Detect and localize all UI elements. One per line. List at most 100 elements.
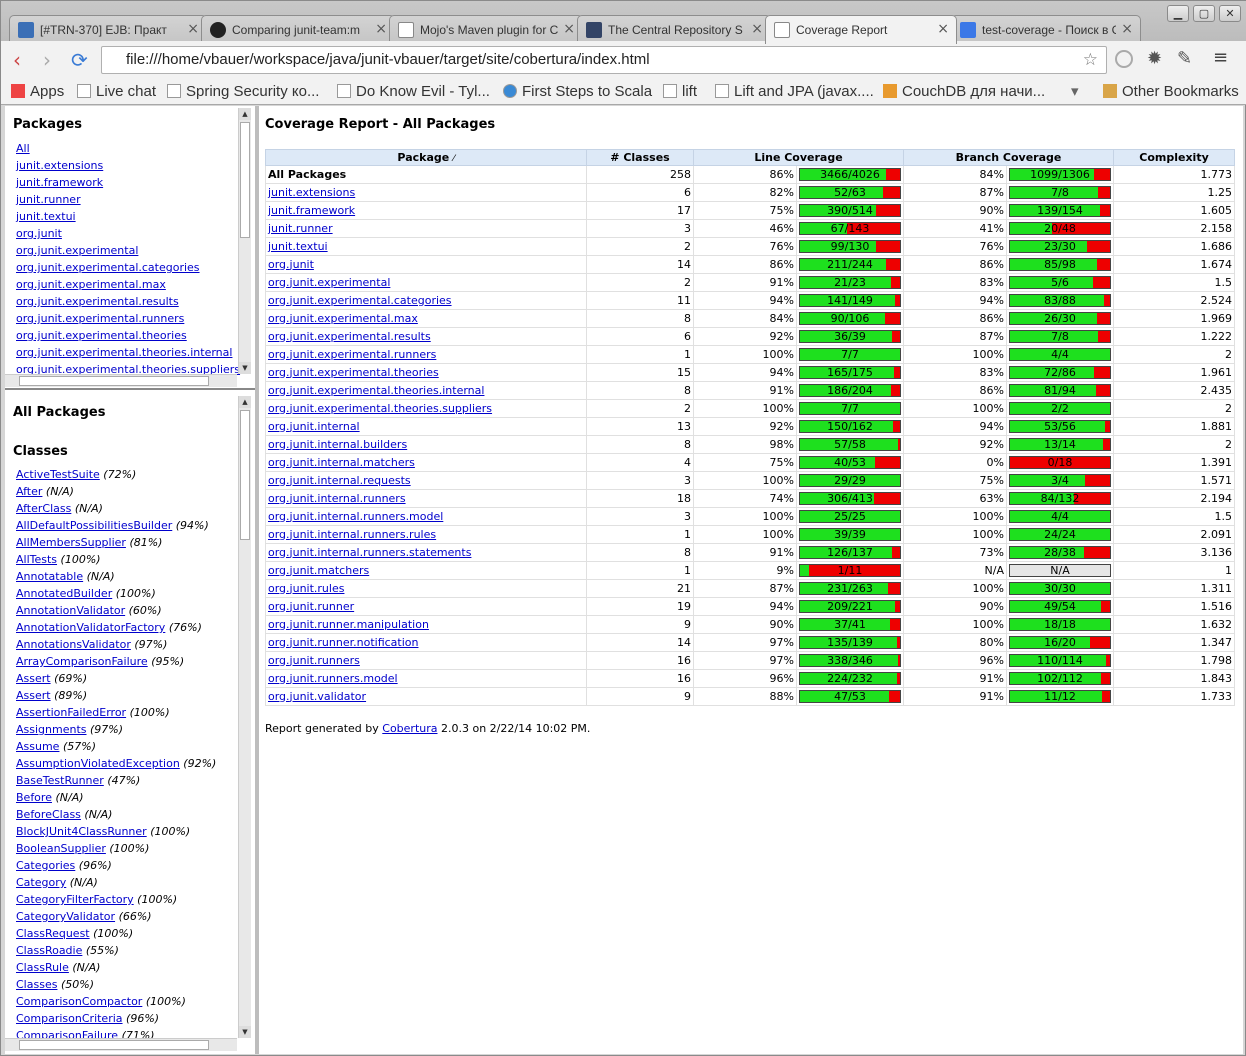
tab-github[interactable]: Comparing junit-team:m × xyxy=(201,15,395,43)
maximize-button[interactable]: ▢ xyxy=(1193,5,1215,22)
class-link[interactable]: AnnotationValidator xyxy=(16,604,125,617)
class-link[interactable]: ClassRule xyxy=(16,961,69,974)
class-link[interactable]: AfterClass xyxy=(16,502,71,515)
bookmark-lift[interactable]: lift xyxy=(663,83,697,101)
package-link[interactable]: org.junit.internal.runners.statements xyxy=(268,546,471,559)
class-link[interactable]: AnnotatedBuilder xyxy=(16,587,112,600)
package-link[interactable]: org.junit.experimental xyxy=(268,276,390,289)
package-link[interactable]: junit.runner xyxy=(268,222,333,235)
package-link[interactable]: org.junit.internal.matchers xyxy=(268,456,415,469)
class-link[interactable]: AnnotationsValidator xyxy=(16,638,131,651)
package-link[interactable]: org.junit.experimental.theories.internal xyxy=(16,346,232,360)
class-link[interactable]: ComparisonCriteria xyxy=(16,1012,123,1025)
package-link[interactable]: org.junit.internal.runners.model xyxy=(268,510,443,523)
scroll-thumb[interactable] xyxy=(240,410,250,540)
package-link[interactable]: org.junit.runner.manipulation xyxy=(268,618,429,631)
class-link[interactable]: Assert xyxy=(16,689,51,702)
class-link[interactable]: Classes xyxy=(16,978,57,991)
bookmark-lift-jpa[interactable]: Lift and JPA (javax.... xyxy=(715,83,874,101)
package-link[interactable]: org.junit.runners.model xyxy=(268,672,398,685)
package-link[interactable]: org.junit xyxy=(268,258,314,271)
close-icon[interactable]: × xyxy=(1121,21,1133,37)
close-icon[interactable]: × xyxy=(187,21,199,37)
package-link[interactable]: org.junit.internal.runners.rules xyxy=(268,528,436,541)
class-link[interactable]: Assignments xyxy=(16,723,87,736)
minimize-button[interactable]: ▁ xyxy=(1167,5,1189,22)
class-link[interactable]: Assume xyxy=(16,740,59,753)
extension-icon[interactable] xyxy=(1115,50,1133,68)
class-link[interactable]: Before xyxy=(16,791,52,804)
package-link[interactable]: org.junit.experimental.theories xyxy=(268,366,439,379)
close-icon[interactable]: × xyxy=(563,21,575,37)
tab-mojo[interactable]: Mojo's Maven plugin for C × xyxy=(389,15,583,43)
classes-hscrollbar[interactable] xyxy=(5,1038,237,1051)
package-link[interactable]: junit.textui xyxy=(16,210,76,224)
close-window-button[interactable]: ✕ xyxy=(1219,5,1241,22)
package-link[interactable]: All xyxy=(16,142,30,156)
package-link[interactable]: org.junit.rules xyxy=(268,582,344,595)
bookmark-spring-security[interactable]: Spring Security ко... xyxy=(167,83,319,101)
scroll-down-icon[interactable]: ▼ xyxy=(239,1026,251,1038)
header-branch-coverage[interactable]: Branch Coverage xyxy=(903,149,1114,166)
class-link[interactable]: BlockJUnit4ClassRunner xyxy=(16,825,147,838)
class-link[interactable]: CategoryValidator xyxy=(16,910,115,923)
bookmark-do-know-evil[interactable]: Do Know Evil - Tyl... xyxy=(337,83,490,101)
package-link[interactable]: junit.extensions xyxy=(268,186,355,199)
package-link[interactable]: org.junit.validator xyxy=(268,690,366,703)
package-link[interactable]: org.junit.experimental.max xyxy=(268,312,418,325)
package-link[interactable]: org.junit.experimental.results xyxy=(16,295,179,309)
package-link[interactable]: org.junit.internal xyxy=(268,420,360,433)
package-link[interactable]: org.junit.experimental.categories xyxy=(16,261,200,275)
package-link[interactable]: org.junit.internal.builders xyxy=(268,438,407,451)
class-link[interactable]: BooleanSupplier xyxy=(16,842,106,855)
other-bookmarks[interactable]: Other Bookmarks xyxy=(1103,83,1239,101)
class-link[interactable]: BaseTestRunner xyxy=(16,774,104,787)
package-link[interactable]: org.junit.experimental.theories xyxy=(16,329,187,343)
package-link[interactable]: org.junit.internal.runners xyxy=(268,492,406,505)
scroll-thumb[interactable] xyxy=(19,376,209,386)
close-icon[interactable]: × xyxy=(751,21,763,37)
close-icon[interactable]: × xyxy=(937,21,949,37)
package-link[interactable]: org.junit.experimental.categories xyxy=(268,294,452,307)
class-link[interactable]: AssumptionViolatedException xyxy=(16,757,180,770)
header-complexity[interactable]: Complexity xyxy=(1113,149,1235,166)
header-line-coverage[interactable]: Line Coverage xyxy=(693,149,904,166)
reload-button[interactable]: ⟳ xyxy=(71,48,88,72)
class-link[interactable]: After xyxy=(16,485,42,498)
scroll-up-icon[interactable]: ▲ xyxy=(239,108,251,120)
packages-vscrollbar[interactable]: ▲ ▼ xyxy=(238,108,251,374)
class-link[interactable]: Annotatable xyxy=(16,570,83,583)
package-link[interactable]: org.junit.experimental.theories.internal xyxy=(268,384,484,397)
class-link[interactable]: ActiveTestSuite xyxy=(16,468,100,481)
class-link[interactable]: AssertionFailedError xyxy=(16,706,126,719)
tab-central-repo[interactable]: The Central Repository S × xyxy=(577,15,771,43)
class-link[interactable]: ComparisonCompactor xyxy=(16,995,142,1008)
class-link[interactable]: AllTests xyxy=(16,553,57,566)
package-link[interactable]: junit.framework xyxy=(268,204,355,217)
class-link[interactable]: CategoryFilterFactory xyxy=(16,893,134,906)
package-link[interactable]: org.junit.experimental xyxy=(16,244,138,258)
close-icon[interactable]: × xyxy=(375,21,387,37)
sort-icon[interactable]: ⁄ xyxy=(453,154,455,164)
tab-coverage-report[interactable]: Coverage Report × xyxy=(765,15,957,44)
class-link[interactable]: Assert xyxy=(16,672,51,685)
class-link[interactable]: AnnotationValidatorFactory xyxy=(16,621,165,634)
header-package[interactable]: Package ⁄ xyxy=(265,149,587,166)
forward-button[interactable]: › xyxy=(43,48,51,72)
address-bar[interactable]: file:///home/vbauer/workspace/java/junit… xyxy=(101,46,1107,74)
package-link[interactable]: org.junit.experimental.runners xyxy=(16,312,184,326)
package-link[interactable]: org.junit.runners xyxy=(268,654,360,667)
package-link[interactable]: junit.extensions xyxy=(16,159,103,173)
class-link[interactable]: AllMembersSupplier xyxy=(16,536,126,549)
back-button[interactable]: ‹ xyxy=(13,48,21,72)
package-link[interactable]: junit.runner xyxy=(16,193,81,207)
bookmark-live-chat[interactable]: Live chat xyxy=(77,83,156,101)
cobertura-link[interactable]: Cobertura xyxy=(382,722,437,735)
package-link[interactable]: org.junit.runner.notification xyxy=(268,636,418,649)
tab-jira[interactable]: [#TRN-370] EJB: Практ × xyxy=(9,15,207,43)
scroll-thumb[interactable] xyxy=(240,122,250,238)
scroll-down-icon[interactable]: ▼ xyxy=(239,362,251,374)
bookmark-first-steps-scala[interactable]: First Steps to Scala xyxy=(503,83,652,101)
scroll-up-icon[interactable]: ▲ xyxy=(239,396,251,408)
tools-icon[interactable]: ✎ xyxy=(1177,48,1192,69)
